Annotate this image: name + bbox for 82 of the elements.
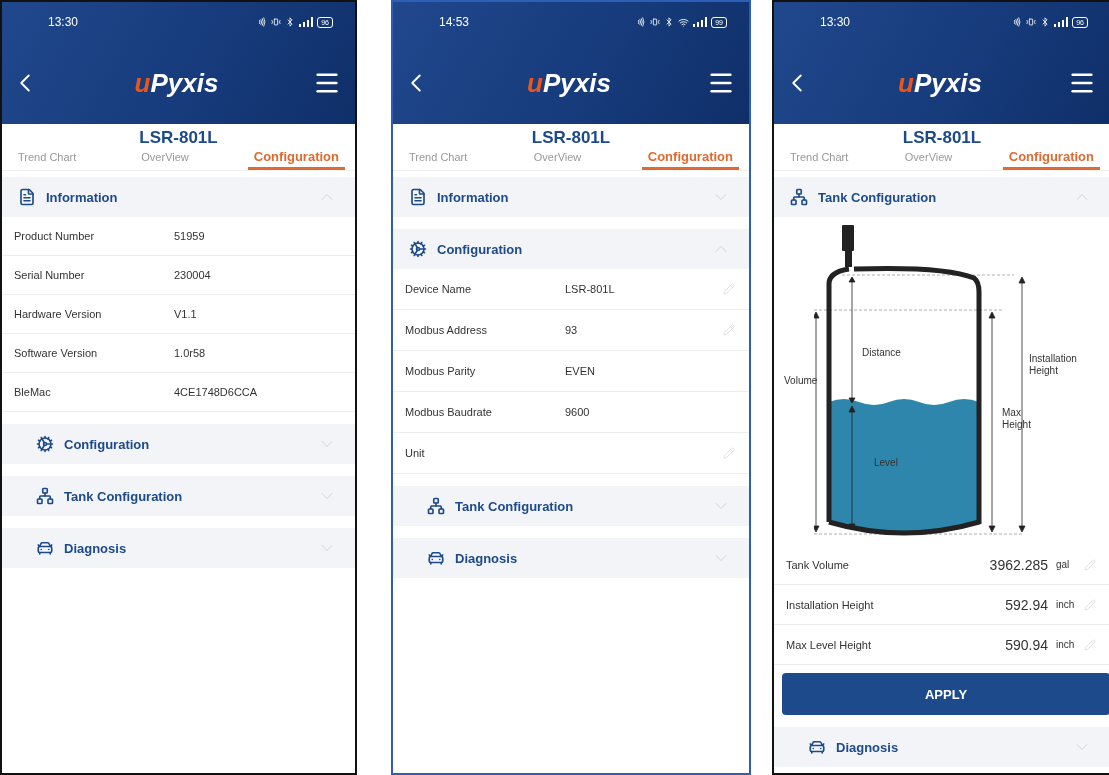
- field-value: 592.94: [1005, 596, 1048, 613]
- field-label: Unit: [405, 447, 426, 459]
- section-header[interactable]: Diagnosis: [774, 727, 1109, 767]
- section-header[interactable]: Tank Configuration: [2, 476, 355, 516]
- status-time: 14:53: [439, 15, 470, 29]
- section-title: Diagnosis: [836, 739, 900, 755]
- section-header[interactable]: Configuration: [393, 229, 749, 269]
- field-label: Modbus Parity: [405, 365, 477, 377]
- app-logo: uPyxis: [527, 67, 611, 99]
- section-header[interactable]: Configuration: [2, 424, 355, 464]
- section-title: Tank Configuration: [818, 189, 938, 205]
- vibrate-icon: [271, 17, 282, 27]
- status-time: 13:30: [48, 15, 79, 29]
- section-title: Diagnosis: [455, 550, 519, 566]
- signal-icon: [1054, 17, 1069, 27]
- field-value: V1.1: [174, 308, 198, 320]
- field-value: 1.0r58: [174, 347, 207, 359]
- diagram-label: Volume: [784, 375, 819, 387]
- car-icon: [36, 539, 54, 557]
- section-header[interactable]: Information: [2, 177, 355, 217]
- bluetooth-icon: [1040, 17, 1051, 27]
- section-title: Diagnosis: [64, 540, 128, 556]
- field-value: 4CE1748D6CCA: [174, 386, 259, 398]
- signal-icon: [693, 17, 708, 27]
- field-value: 230004: [174, 269, 212, 281]
- section-header[interactable]: Information: [393, 177, 749, 217]
- gear-icon: [36, 435, 54, 453]
- diagram-label: Max Height: [1002, 407, 1032, 431]
- unit-label: inch: [1056, 639, 1076, 650]
- apply-button[interactable]: APPLY: [782, 673, 1109, 715]
- vibrate-icon: [1026, 17, 1037, 27]
- car-icon: [427, 549, 445, 567]
- field-value: 93: [565, 324, 579, 336]
- bluetooth-icon: [285, 17, 296, 27]
- vibrate-icon: [650, 17, 661, 27]
- car-icon: [808, 738, 826, 756]
- field-label: Serial Number: [14, 269, 86, 281]
- section-title: Information: [437, 189, 510, 205]
- diagram-label: Distance: [862, 347, 902, 359]
- document-icon: [18, 188, 36, 206]
- field-label: Tank Volume: [786, 558, 850, 571]
- field-value: 3962.285: [989, 556, 1048, 573]
- unit-label: gal: [1056, 559, 1071, 570]
- gear-icon: [409, 240, 427, 258]
- section-header[interactable]: Diagnosis: [393, 538, 749, 578]
- field-label: Modbus Baudrate: [405, 406, 493, 418]
- section-header[interactable]: Tank Configuration: [393, 486, 749, 526]
- device-title: LSR-801L: [901, 129, 983, 147]
- field-label: Software Version: [14, 347, 99, 359]
- app-logo: uPyxis: [134, 67, 219, 99]
- field-label: Hardware Version: [14, 308, 103, 320]
- network-icon: [427, 497, 445, 515]
- document-icon: [409, 188, 427, 206]
- signal-icon: [299, 17, 314, 27]
- diagram-label: Level: [874, 457, 899, 469]
- field-value: 590.94: [1005, 636, 1048, 653]
- section-title: Tank Configuration: [455, 498, 575, 514]
- field-value: EVEN: [565, 365, 596, 377]
- section-title: Information: [46, 189, 119, 205]
- bluetooth-icon: [664, 17, 675, 27]
- status-time: 13:30: [820, 15, 851, 29]
- network-icon: [36, 487, 54, 505]
- field-label: BleMac: [14, 386, 52, 398]
- field-value: 51959: [174, 230, 206, 242]
- unit-label: inch: [1056, 599, 1076, 610]
- diagram-label: Installation Height: [1029, 353, 1078, 377]
- section-title: Configuration: [64, 436, 151, 452]
- device-title: LSR-801L: [530, 129, 612, 147]
- field-value: LSR-801L: [565, 283, 616, 295]
- field-label: Installation Height: [786, 598, 875, 611]
- section-title: Tank Configuration: [64, 488, 184, 504]
- app-logo: uPyxis: [898, 67, 982, 99]
- section-header[interactable]: Diagnosis: [2, 528, 355, 568]
- field-label: Device Name: [405, 283, 473, 295]
- field-value: 9600: [565, 406, 591, 418]
- field-label: Max Level Height: [786, 638, 872, 651]
- field-label: Product Number: [14, 230, 96, 242]
- section-title: Configuration: [437, 241, 524, 257]
- network-icon: [790, 188, 808, 206]
- device-title: LSR-801L: [138, 129, 219, 147]
- section-header[interactable]: Tank Configuration: [774, 177, 1109, 217]
- field-label: Modbus Address: [405, 324, 488, 336]
